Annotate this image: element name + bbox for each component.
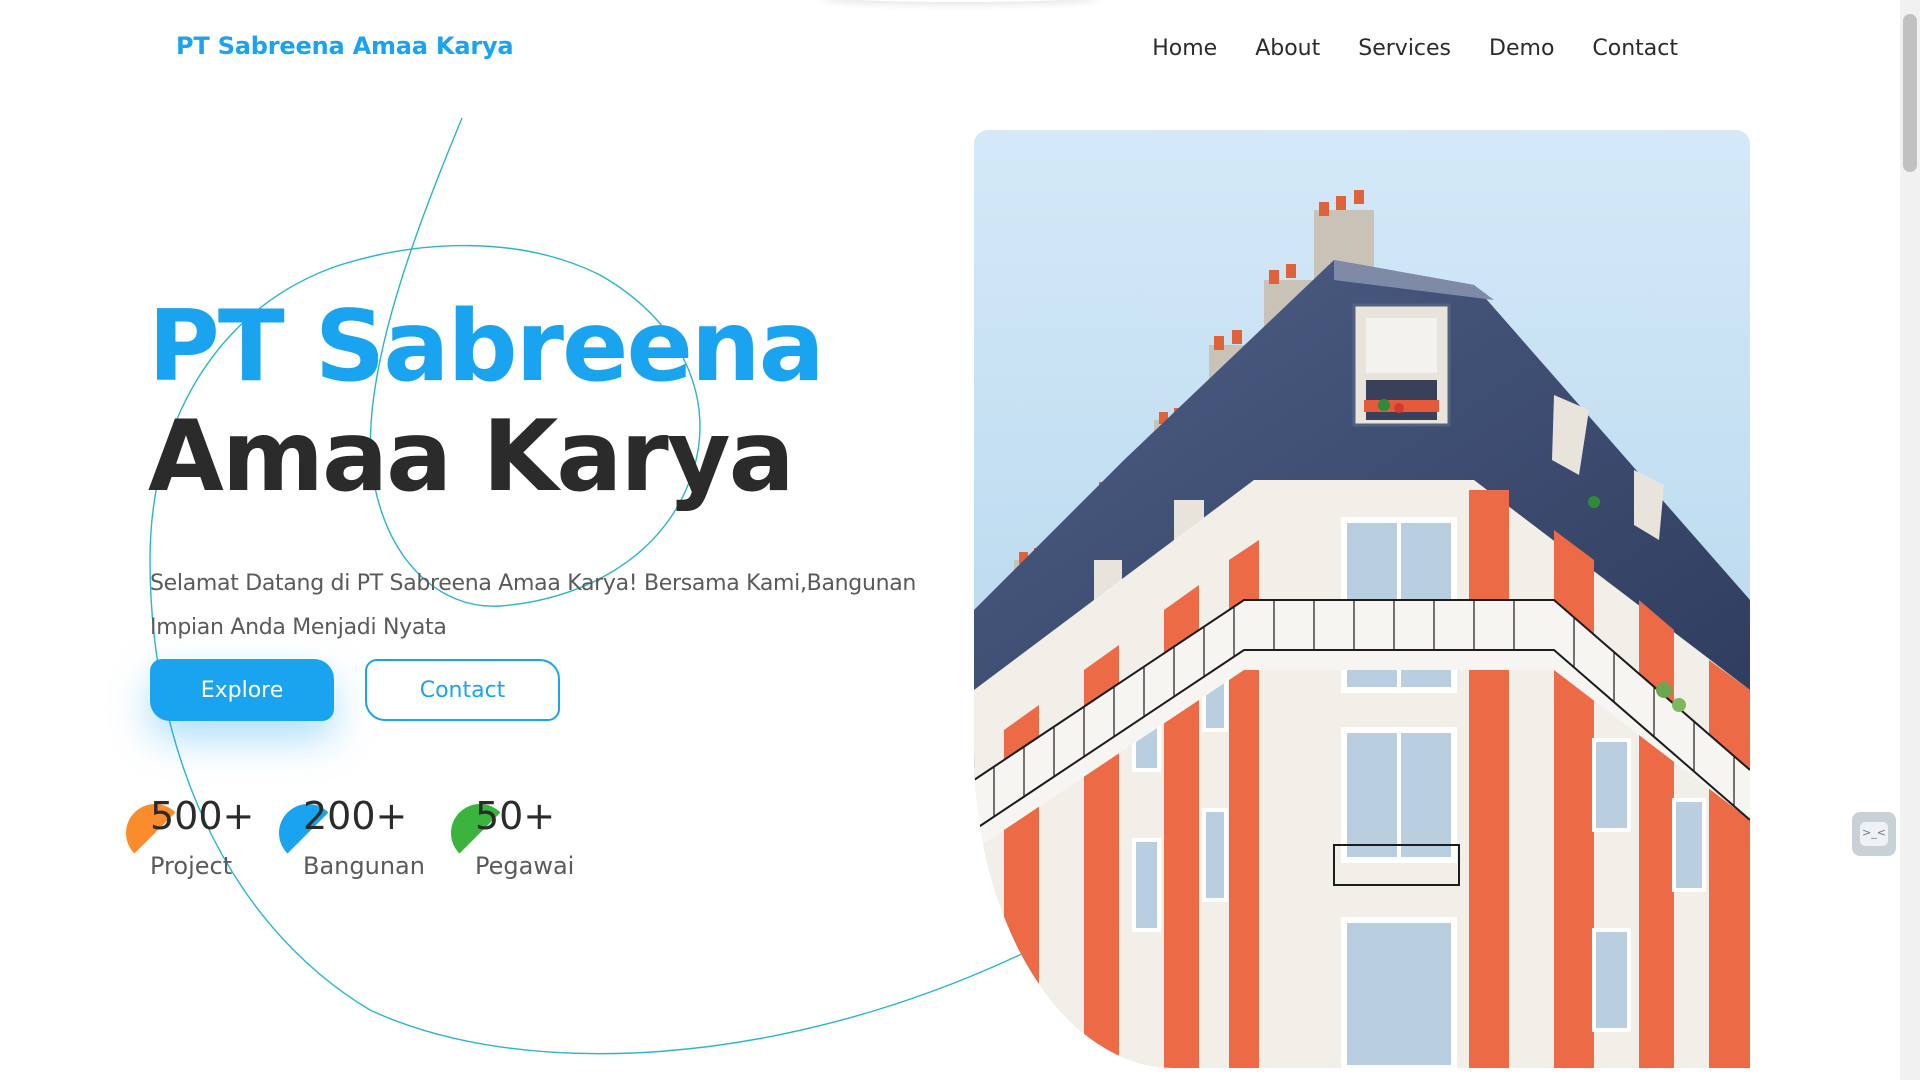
site-logo[interactable]: PT Sabreena Amaa Karya [176,32,514,60]
hero-title: PT Sabreena Amaa Karya [148,290,825,514]
hero-title-line2: Amaa Karya [148,400,795,514]
hero-building-image [974,130,1750,1068]
nav-demo[interactable]: Demo [1489,36,1554,61]
stat-label: Pegawai [475,851,575,880]
scrollbar-thumb[interactable] [1903,14,1917,172]
stat-project: 500+ Project [126,794,255,880]
main-nav: Home About Services Demo Contact [1152,36,1678,61]
side-widget[interactable]: >_< [1852,812,1896,856]
stat-bangunan: 200+ Bangunan [279,794,425,880]
hero-subtitle: Selamat Datang di PT Sabreena Amaa Karya… [150,571,917,640]
page-scrollbar[interactable] [1900,0,1920,1080]
stat-label: Project [150,851,233,880]
contact-button[interactable]: Contact [365,659,560,721]
chat-icon: >_< [1860,822,1888,846]
stat-pegawai: 50+ Pegawai [451,794,575,880]
stat-value: 200+ [303,794,408,838]
explore-button[interactable]: Explore [150,659,334,721]
hero-title-line1: PT Sabreena [148,290,825,404]
nav-home[interactable]: Home [1152,36,1217,61]
nav-about[interactable]: About [1255,36,1320,61]
stat-value: 50+ [475,794,556,838]
site-header: PT Sabreena Amaa Karya Home About Servic… [0,0,1900,100]
nav-services[interactable]: Services [1358,36,1451,61]
header-shadow [820,0,1100,2]
stat-value: 500+ [150,794,255,838]
nav-contact[interactable]: Contact [1592,36,1678,61]
stat-label: Bangunan [303,851,425,880]
